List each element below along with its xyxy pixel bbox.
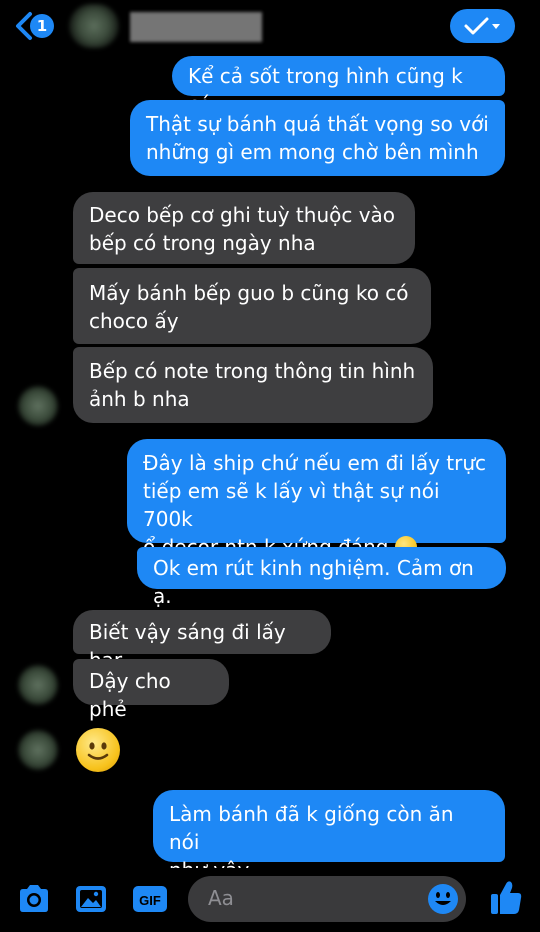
- message-text: Ok em rút kinh nghiệm. Cảm ơn ạ.: [153, 556, 474, 608]
- thumbs-up-icon[interactable]: [488, 878, 524, 918]
- smile-face-features: [87, 742, 109, 760]
- gallery-icon[interactable]: [73, 882, 109, 916]
- message-bubble-outgoing[interactable]: Đây là ship chứ nếu em đi lấy trực tiếp …: [127, 439, 506, 559]
- message-bubble-outgoing[interactable]: Làm bánh đã k giống còn ăn nói như vậy.: [153, 790, 505, 882]
- contact-avatar-small[interactable]: [18, 665, 58, 705]
- message-text-line: tiếp em sẽ k lấy vì thật sự nói 700k: [143, 479, 440, 531]
- message-text-line: Bếp có note trong thông tin hình: [89, 359, 416, 383]
- message-bubble-incoming[interactable]: Mấy bánh bếp guo b cũng ko có choco ấy: [73, 268, 431, 344]
- conversation-header: 1: [0, 0, 540, 52]
- message-bubble-incoming[interactable]: Bếp có note trong thông tin hình ảnh b n…: [73, 347, 433, 423]
- message-bubble-incoming[interactable]: Dậy cho phẻ: [73, 659, 229, 721]
- svg-text:GIF: GIF: [139, 893, 161, 908]
- message-text-line: Thật sự bánh quá thất vọng so với: [146, 112, 489, 136]
- message-text-line: bếp có trong ngày nha: [89, 231, 316, 255]
- checkmark-dropdown-icon: [464, 17, 500, 35]
- message-text-line: Làm bánh đã k giống còn ăn nói: [169, 802, 454, 854]
- camera-icon[interactable]: [16, 882, 52, 916]
- status-menu-button[interactable]: [450, 9, 515, 43]
- message-text: Dậy cho phẻ: [89, 669, 171, 721]
- contact-avatar[interactable]: [69, 4, 119, 48]
- message-bubble-incoming[interactable]: Biết vậy sáng đi lấy har: [73, 610, 331, 672]
- message-text-line: Đây là ship chứ nếu em đi lấy trực: [143, 451, 487, 475]
- contact-name-redacted[interactable]: [130, 12, 262, 42]
- message-text-line: Mấy bánh bếp guo b cũng ko có: [89, 281, 409, 305]
- contact-avatar-small[interactable]: [18, 386, 58, 426]
- message-bubble-outgoing[interactable]: Kể cả sốt trong hình cũng k có: [172, 56, 505, 116]
- message-bubble-incoming[interactable]: Deco bếp cơ ghi tuỳ thuộc vào bếp có tro…: [73, 192, 415, 264]
- message-text-line: những gì em mong chờ bên mình: [146, 140, 479, 164]
- message-input-placeholder: Aa: [208, 886, 234, 910]
- unread-badge: 1: [30, 14, 54, 38]
- contact-avatar-small[interactable]: [18, 730, 58, 770]
- gif-icon[interactable]: GIF: [131, 882, 169, 916]
- back-button[interactable]: 1: [10, 8, 60, 44]
- message-bubble-outgoing[interactable]: Thật sự bánh quá thất vọng so với những …: [130, 100, 505, 176]
- message-text-line: Deco bếp cơ ghi tuỳ thuộc vào: [89, 203, 396, 227]
- message-bubble-outgoing[interactable]: Ok em rút kinh nghiệm. Cảm ơn ạ.: [137, 547, 506, 608]
- slightly-smiling-face-icon[interactable]: [76, 728, 120, 772]
- message-text-line: ảnh b nha: [89, 387, 190, 411]
- emoji-icon[interactable]: [426, 882, 460, 916]
- message-text-line: choco ấy: [89, 309, 179, 333]
